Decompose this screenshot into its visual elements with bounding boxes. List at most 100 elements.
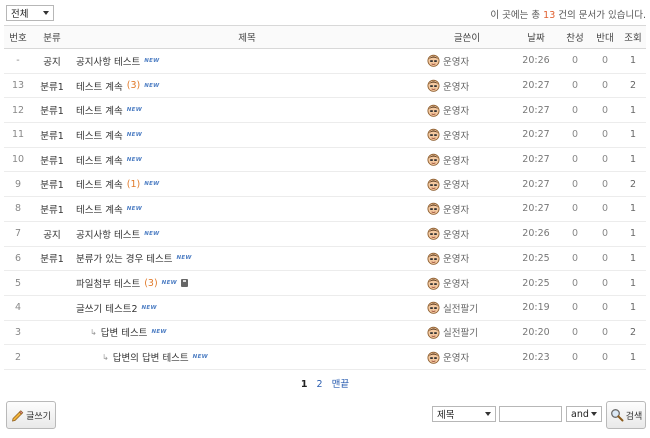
post-title-link[interactable]: 답변 테스트	[101, 325, 148, 339]
comment-count[interactable]: (3)	[127, 80, 140, 91]
table-row[interactable]: 9 분류1 테스트 계속 (1) NEW 운영자 20:27 0 0 2	[4, 172, 646, 198]
post-title-link[interactable]: 분류가 있는 경우 테스트	[76, 251, 172, 265]
post-author[interactable]: 운영자	[422, 103, 512, 117]
column-header-dislike[interactable]: 반대	[590, 30, 620, 44]
board-list: 번호 분류 제목 글쓴이 날짜 찬성 반대 조회 - 공지 공지사항 테스트 N…	[4, 25, 646, 370]
page-link-2[interactable]: 2	[317, 379, 323, 390]
post-likes: 0	[571, 277, 579, 289]
post-category[interactable]: 공지	[32, 227, 72, 241]
post-date: 20:27	[522, 203, 550, 215]
table-row[interactable]: 3 ↳ 답변 테스트 NEW 실전팔기 20:20 0 0 2	[4, 321, 646, 346]
table-row[interactable]: - 공지 공지사항 테스트 NEW 운영자 20:26 0 0 1	[4, 49, 646, 74]
post-views: 1	[629, 252, 637, 264]
search-target-select[interactable]: 제목	[432, 406, 496, 422]
user-avatar-icon	[427, 104, 440, 117]
table-row[interactable]: 4 글쓰기 테스트2 NEW 실전팔기 20:19 0 0 1	[4, 296, 646, 321]
post-author-name: 운영자	[443, 56, 470, 68]
post-number: 6	[14, 252, 22, 264]
post-category[interactable]: 분류1	[32, 79, 72, 93]
table-row[interactable]: 5 파일첨부 테스트 (3) NEW 운영자 20:25 0 0 1	[4, 271, 646, 296]
page-link-last[interactable]: 맨끝	[332, 379, 349, 390]
column-header-like[interactable]: 찬성	[560, 30, 590, 44]
table-row[interactable]: 2 ↳ 답변의 답변 테스트 NEW 운영자 20:23 0 0 1	[4, 345, 646, 370]
post-likes: 0	[571, 178, 579, 190]
column-header-no[interactable]: 번호	[4, 30, 32, 44]
table-body: - 공지 공지사항 테스트 NEW 운영자 20:26 0 0 1 13 분류1	[4, 49, 646, 370]
post-title-cell: 공지사항 테스트 NEW	[72, 54, 422, 68]
post-author[interactable]: 운영자	[422, 202, 512, 216]
column-header-title[interactable]: 제목	[72, 30, 422, 44]
post-author[interactable]: 운영자	[422, 79, 512, 93]
user-avatar-icon	[427, 129, 440, 142]
post-author[interactable]: 운영자	[422, 276, 512, 290]
post-category[interactable]: 분류1	[32, 153, 72, 167]
post-title-link[interactable]: 공지사항 테스트	[76, 227, 140, 241]
table-row[interactable]: 11 분류1 테스트 계속 NEW 운영자 20:27 0 0 1	[4, 123, 646, 148]
new-badge: NEW	[126, 156, 143, 163]
post-title-link[interactable]: 테스트 계속	[76, 202, 123, 216]
search-input[interactable]	[499, 406, 562, 422]
post-author[interactable]: 운영자	[422, 128, 512, 142]
user-avatar-icon	[427, 302, 440, 315]
post-title-link[interactable]: 테스트 계속	[76, 153, 123, 167]
post-views: 1	[629, 104, 637, 116]
post-category[interactable]: 공지	[32, 54, 72, 68]
post-author[interactable]: 운영자	[422, 350, 512, 364]
column-header-author[interactable]: 글쓴이	[422, 30, 512, 44]
post-category[interactable]: 분류1	[32, 251, 72, 265]
table-row[interactable]: 7 공지 공지사항 테스트 NEW 운영자 20:26 0 0 1	[4, 222, 646, 247]
search-button[interactable]: 검색	[606, 401, 646, 429]
post-author[interactable]: 실전팔기	[422, 301, 512, 315]
post-author[interactable]: 운영자	[422, 251, 512, 265]
post-date: 20:27	[522, 129, 550, 141]
post-dislikes: 0	[601, 228, 609, 240]
post-author-name: 실전팔기	[443, 328, 478, 340]
post-dislikes: 0	[601, 104, 609, 116]
table-header: 번호 분류 제목 글쓴이 날짜 찬성 반대 조회	[4, 25, 646, 49]
post-category[interactable]: 분류1	[32, 202, 72, 216]
post-number: 13	[11, 80, 25, 92]
new-badge: NEW	[144, 82, 160, 89]
post-title-link[interactable]: 공지사항 테스트	[76, 54, 140, 68]
post-likes: 0	[571, 129, 579, 141]
table-row[interactable]: 6 분류1 분류가 있는 경우 테스트 NEW 운영자 20:25 0 0 1	[4, 247, 646, 272]
table-row[interactable]: 10 분류1 테스트 계속 NEW 운영자 20:27 0 0 1	[4, 148, 646, 173]
user-avatar-icon	[427, 227, 440, 240]
post-author[interactable]: 실전팔기	[422, 325, 512, 339]
post-title-link[interactable]: 파일첨부 테스트	[76, 276, 140, 290]
post-author-name: 운영자	[443, 254, 470, 266]
post-title-link[interactable]: 테스트 계속	[76, 103, 123, 117]
post-title-cell: 글쓰기 테스트2 NEW	[72, 301, 422, 315]
post-author[interactable]: 운영자	[422, 227, 512, 241]
new-badge: NEW	[144, 57, 160, 64]
chevron-down-icon	[591, 412, 597, 416]
post-title-link[interactable]: 테스트 계속	[76, 128, 123, 142]
post-author[interactable]: 운영자	[422, 54, 512, 68]
post-dislikes: 0	[601, 252, 609, 264]
document-count: 이 곳에는 총 13 건의 문서가 있습니다.	[490, 7, 646, 21]
post-title-link[interactable]: 테스트 계속	[76, 79, 123, 93]
post-author[interactable]: 운영자	[422, 153, 512, 167]
column-header-date[interactable]: 날짜	[512, 30, 560, 44]
table-row[interactable]: 13 분류1 테스트 계속 (3) NEW 운영자 20:27 0 0 2	[4, 74, 646, 99]
post-title-cell: ↳ 답변의 답변 테스트 NEW	[72, 350, 422, 365]
post-title-cell: 테스트 계속 (1) NEW	[72, 177, 422, 192]
write-button[interactable]: 글쓰기	[6, 401, 56, 429]
table-row[interactable]: 8 분류1 테스트 계속 NEW 운영자 20:27 0 0 1	[4, 197, 646, 222]
page-link-1[interactable]: 1	[301, 379, 308, 390]
column-header-views[interactable]: 조회	[620, 30, 646, 44]
post-title-link[interactable]: 답변의 답변 테스트	[113, 350, 189, 364]
post-category[interactable]: 분류1	[32, 128, 72, 142]
comment-count[interactable]: (1)	[127, 179, 140, 190]
post-author[interactable]: 운영자	[422, 177, 512, 191]
post-category[interactable]: 분류1	[32, 103, 72, 117]
post-category[interactable]: 분류1	[32, 177, 72, 191]
comment-count[interactable]: (3)	[144, 278, 157, 289]
column-header-category[interactable]: 분류	[32, 30, 72, 44]
category-filter-select[interactable]: 전체	[6, 5, 54, 21]
post-likes: 0	[571, 252, 579, 264]
post-title-link[interactable]: 글쓰기 테스트2	[76, 301, 138, 315]
search-operator-select[interactable]: and	[566, 406, 602, 422]
table-row[interactable]: 12 분류1 테스트 계속 NEW 운영자 20:27 0 0 1	[4, 98, 646, 124]
post-title-link[interactable]: 테스트 계속	[76, 177, 123, 191]
